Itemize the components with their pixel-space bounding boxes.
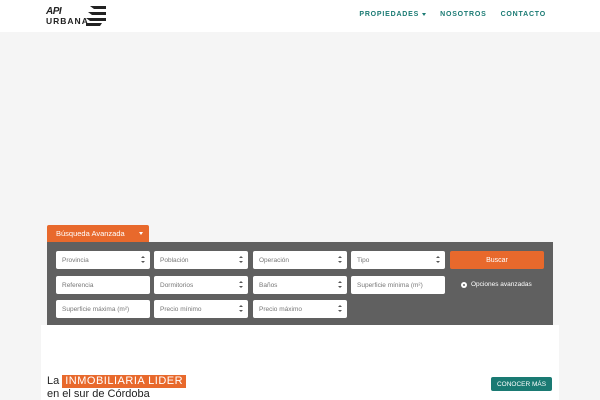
operacion-select[interactable]: Operación <box>253 251 347 269</box>
page: API URBANA PROPIEDADES NOSOTROS CONTACTO <box>0 0 600 400</box>
poblacion-select-value: Población <box>160 256 189 264</box>
headline-highlight: INMOBILIARIA LIDER <box>62 375 187 388</box>
dormitorios-select-value: Dormitorios <box>160 281 194 289</box>
referencia-input-placeholder: Referencia <box>62 281 94 289</box>
referencia-input[interactable]: Referencia <box>56 276 150 294</box>
site-header: API URBANA PROPIEDADES NOSOTROS CONTACTO <box>0 0 600 32</box>
superficie-maxima-input-placeholder: Superficie máxima (m²) <box>62 305 130 313</box>
main-nav: PROPIEDADES NOSOTROS CONTACTO <box>359 11 546 18</box>
conocer-mas-button[interactable]: CONOCER MÁS <box>491 377 552 391</box>
search-panel: Provincia Población Operación Tipo Busca… <box>47 242 553 325</box>
nav-contacto-label: CONTACTO <box>500 11 546 18</box>
page-headline: La INMOBILIARIA LIDER en el sur de Córdo… <box>47 375 187 400</box>
advanced-search-tab[interactable]: Búsqueda Avanzada <box>47 225 149 242</box>
advanced-options-label: Opciones avanzadas <box>471 281 532 288</box>
nav-nosotros[interactable]: NOSOTROS <box>440 11 486 18</box>
headline-prefix: La <box>47 375 60 387</box>
precio-minimo-select[interactable]: Precio mínimo <box>154 300 248 318</box>
buscar-button-label: Buscar <box>486 256 508 264</box>
nav-contacto[interactable]: CONTACTO <box>501 11 546 18</box>
nav-nosotros-label: NOSOTROS <box>440 11 487 18</box>
advanced-search-tab-label: Búsqueda Avanzada <box>56 229 125 238</box>
advanced-options-toggle[interactable]: Opciones avanzadas <box>461 281 532 288</box>
tipo-select[interactable]: Tipo <box>351 251 445 269</box>
logo[interactable]: API URBANA <box>46 6 108 28</box>
operacion-select-value: Operación <box>259 256 289 264</box>
banos-select-value: Baños <box>259 281 278 289</box>
logo-urbana-text: URBANA <box>46 16 89 26</box>
dormitorios-select[interactable]: Dormitorios <box>154 276 248 294</box>
superficie-minima-input[interactable]: Superficie mínima (m²) <box>351 276 445 294</box>
chevron-down-icon <box>422 13 427 16</box>
logo-stripes-icon <box>86 6 106 26</box>
nav-propiedades[interactable]: PROPIEDADES <box>359 11 427 18</box>
precio-maximo-select-value: Precio máximo <box>259 305 302 313</box>
poblacion-select[interactable]: Población <box>154 251 248 269</box>
buscar-button[interactable]: Buscar <box>450 251 544 269</box>
chevron-down-icon <box>139 232 143 235</box>
provincia-select[interactable]: Provincia <box>56 251 150 269</box>
precio-maximo-select[interactable]: Precio máximo <box>253 300 347 318</box>
provincia-select-value: Provincia <box>62 256 89 264</box>
headline-line-1: La INMOBILIARIA LIDER <box>47 375 187 388</box>
banos-select[interactable]: Baños <box>253 276 347 294</box>
precio-minimo-select-value: Precio mínimo <box>160 305 202 313</box>
tipo-select-value: Tipo <box>357 256 370 264</box>
content-section: La INMOBILIARIA LIDER en el sur de Córdo… <box>41 325 559 400</box>
conocer-mas-label: CONOCER MÁS <box>496 380 547 388</box>
gear-icon <box>461 281 467 288</box>
headline-line-2: en el sur de Córdoba <box>47 388 150 400</box>
superficie-minima-input-placeholder: Superficie mínima (m²) <box>357 281 423 289</box>
superficie-maxima-input[interactable]: Superficie máxima (m²) <box>56 300 150 318</box>
nav-propiedades-label: PROPIEDADES <box>359 11 420 18</box>
